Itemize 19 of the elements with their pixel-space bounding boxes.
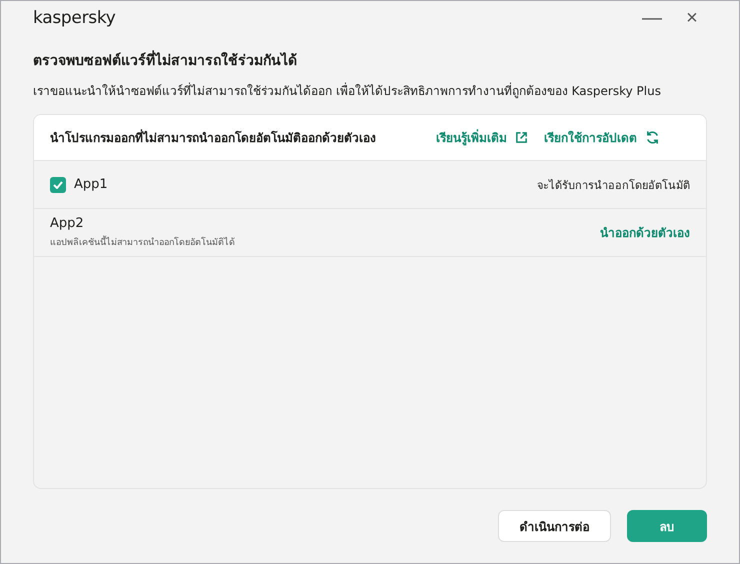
checkmark-icon [53,180,63,188]
app-name: App1 [74,177,108,192]
minimize-button[interactable]: — [637,5,667,31]
dialog-title: ตรวจพบซอฟต์แวร์ที่ไม่สามารถใช้ร่วมกันได้ [33,49,707,71]
app-note: แอปพลิเคชันนี้ไม่สามารถนำออกโดยอัตโนมัติได้ [50,235,600,249]
close-button[interactable]: × [677,5,707,31]
external-link-icon [515,131,528,144]
panel-heading: นำโปรแกรมออกที่ไม่สามารถนำออกโดยอัตโนมัติออกด้วยตัวเอง [50,128,377,146]
refresh-icon [645,130,660,145]
remove-manually-link[interactable]: นำออกด้วยตัวเอง [600,223,690,242]
checkbox[interactable] [50,176,66,192]
learn-more-link[interactable]: เรียนรู้เพิ่มเติม [436,128,528,147]
app-status: จะได้รับการนำออกโดยอัตโนมัติ [537,178,690,194]
logo: kaspersky [33,8,117,28]
run-update-link[interactable]: เรียกใช้การอัปเดต [544,128,660,147]
delete-button[interactable]: ลบ [627,510,707,542]
description: เราขอแนะนำให้นำซอฟต์แวร์ที่ไม่สามารถใช้ร่วมกันได้ออก เพื่อให้ได้ประสิทธิภาพการทำงานที่ถูกต้องของ Kaspersky Plus [33,82,662,100]
continue-button[interactable]: ดำเนินการต่อ [498,510,611,542]
app-name: App2 [50,216,85,231]
